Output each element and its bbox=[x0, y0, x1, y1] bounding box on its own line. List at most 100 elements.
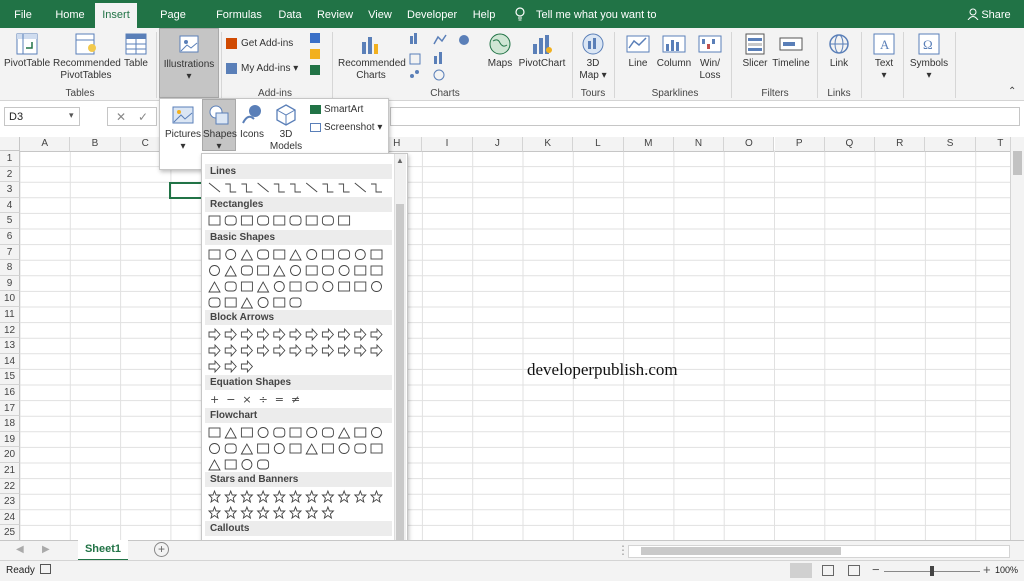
tab-help[interactable]: Help bbox=[470, 0, 498, 28]
slicer-button[interactable]: Slicer bbox=[740, 32, 770, 70]
lines-shapes-row[interactable] bbox=[205, 181, 390, 196]
text-button[interactable]: A Text ▾ bbox=[868, 32, 900, 82]
tab-developer[interactable]: Developer bbox=[407, 0, 457, 28]
column-header-n[interactable]: N bbox=[673, 137, 725, 152]
icons-button[interactable]: Icons bbox=[238, 103, 266, 141]
tab-formulas[interactable]: Formulas bbox=[215, 0, 263, 28]
tab-insert[interactable]: Insert bbox=[95, 3, 137, 28]
tab-data[interactable]: Data bbox=[275, 0, 305, 28]
shapes-button[interactable]: Shapes ▾ bbox=[202, 99, 237, 152]
zoom-slider[interactable] bbox=[884, 566, 980, 576]
column-header-l[interactable]: L bbox=[573, 137, 624, 152]
row-header-12[interactable]: 12 bbox=[0, 322, 20, 339]
link-button[interactable]: Link bbox=[824, 32, 854, 70]
timeline-button[interactable]: Timeline bbox=[771, 32, 811, 70]
vertical-scrollbar-thumb[interactable] bbox=[1013, 151, 1022, 175]
visio-icon[interactable] bbox=[310, 33, 320, 43]
table-button[interactable]: Table bbox=[121, 32, 151, 70]
pivottable-button[interactable]: PivotTable bbox=[4, 32, 50, 70]
shapes-scrollbar[interactable]: ▲ ▼ bbox=[394, 154, 406, 574]
column-header-m[interactable]: M bbox=[623, 137, 674, 152]
zoom-out-icon[interactable]: − bbox=[872, 562, 880, 577]
tell-me-search[interactable]: Tell me what you want to do bbox=[536, 0, 660, 51]
tab-file[interactable]: File bbox=[6, 0, 40, 28]
row-header-18[interactable]: 18 bbox=[0, 416, 20, 432]
shapes-scrollbar-thumb[interactable] bbox=[396, 204, 404, 544]
page-layout-view-icon[interactable] bbox=[822, 565, 834, 576]
row-header-25[interactable]: 25 bbox=[0, 525, 20, 541]
zoom-slider-thumb[interactable] bbox=[930, 566, 934, 576]
row-header-14[interactable]: 14 bbox=[0, 353, 20, 370]
column-header-p[interactable]: P bbox=[774, 137, 825, 152]
column-header-k[interactable]: K bbox=[523, 137, 574, 152]
cancel-icon[interactable]: ✕ bbox=[116, 110, 126, 124]
smartart-button[interactable]: SmartArt bbox=[310, 104, 382, 116]
my-addins-button[interactable]: My Add-ins ▾ bbox=[226, 63, 300, 75]
screenshot-button[interactable]: Screenshot ▾ bbox=[310, 122, 388, 134]
row-header-10[interactable]: 10 bbox=[0, 291, 20, 307]
collapse-ribbon-icon[interactable]: ⌃ bbox=[1008, 86, 1016, 97]
row-header-11[interactable]: 11 bbox=[0, 307, 20, 323]
tab-page-layout[interactable]: Page Layout bbox=[143, 0, 203, 51]
tab-view[interactable]: View bbox=[366, 0, 394, 28]
column-header-i[interactable]: I bbox=[422, 137, 473, 152]
row-header-6[interactable]: 6 bbox=[0, 229, 20, 245]
tab-review[interactable]: Review bbox=[316, 0, 354, 28]
row-header-5[interactable]: 5 bbox=[0, 213, 20, 229]
share-button[interactable]: Share bbox=[981, 0, 1011, 28]
add-sheet-icon[interactable]: + bbox=[154, 542, 169, 557]
row-header-15[interactable]: 15 bbox=[0, 369, 20, 385]
row-header-16[interactable]: 16 bbox=[0, 385, 20, 401]
row-header-1[interactable]: 1 bbox=[0, 151, 20, 167]
row-header-17[interactable]: 17 bbox=[0, 400, 20, 417]
select-all-corner[interactable] bbox=[0, 137, 20, 151]
column-header-b[interactable]: B bbox=[70, 137, 121, 152]
scroll-up-icon[interactable]: ▲ bbox=[396, 156, 404, 165]
horizontal-scrollbar-thumb[interactable] bbox=[641, 547, 841, 555]
row-header-4[interactable]: 4 bbox=[0, 197, 20, 214]
row-header-3[interactable]: 3 bbox=[0, 182, 20, 198]
row-header-22[interactable]: 22 bbox=[0, 478, 20, 495]
flowchart-rows[interactable] bbox=[205, 425, 390, 473]
sparkline-line-button[interactable]: Line bbox=[622, 32, 654, 70]
sheet-tab-sheet1[interactable]: Sheet1 bbox=[78, 540, 128, 561]
illustrations-button[interactable]: Illustrations ▾ bbox=[159, 28, 219, 98]
stars-banners-rows[interactable] bbox=[205, 489, 390, 521]
row-header-21[interactable]: 21 bbox=[0, 463, 20, 479]
previous-sheet-icon[interactable]: ◀ bbox=[16, 544, 24, 555]
row-header-9[interactable]: 9 bbox=[0, 275, 20, 292]
macro-record-icon[interactable] bbox=[40, 564, 51, 574]
bing-icon[interactable] bbox=[310, 49, 320, 59]
zoom-in-icon[interactable]: + bbox=[983, 562, 991, 577]
column-header-o[interactable]: O bbox=[724, 137, 775, 152]
sparkline-winloss-button[interactable]: Win/ Loss bbox=[695, 32, 725, 82]
row-header-8[interactable]: 8 bbox=[0, 260, 20, 276]
pictures-button[interactable]: Pictures ▾ bbox=[164, 103, 202, 153]
column-header-a[interactable]: A bbox=[20, 137, 71, 152]
tab-home[interactable]: Home bbox=[50, 0, 90, 28]
rectangles-shapes-row[interactable] bbox=[205, 214, 390, 229]
sparkline-column-button[interactable]: Column bbox=[655, 32, 693, 70]
recommended-pivottables-button[interactable]: Recommended PivotTables bbox=[53, 32, 121, 82]
name-box[interactable]: D3 ▾ bbox=[4, 107, 80, 126]
column-header-q[interactable]: Q bbox=[824, 137, 876, 152]
column-header-r[interactable]: R bbox=[875, 137, 926, 152]
horizontal-scrollbar[interactable] bbox=[628, 545, 1010, 558]
3d-map-button[interactable]: 3D Map ▾ bbox=[576, 32, 610, 82]
row-header-2[interactable]: 2 bbox=[0, 166, 20, 183]
equation-shapes-row[interactable]: + − × ÷ = ≠ bbox=[205, 392, 390, 407]
column-header-s[interactable]: S bbox=[925, 137, 976, 152]
row-header-20[interactable]: 20 bbox=[0, 447, 20, 463]
pivotchart-button[interactable]: PivotChart bbox=[517, 32, 567, 70]
row-header-7[interactable]: 7 bbox=[0, 244, 20, 261]
maps-button[interactable]: Maps bbox=[484, 32, 516, 70]
symbols-button[interactable]: Ω Symbols ▾ bbox=[908, 32, 950, 82]
recommended-charts-button[interactable]: Recommended Charts bbox=[338, 32, 406, 82]
basic-shapes-rows[interactable] bbox=[205, 247, 390, 311]
enter-icon[interactable]: ✓ bbox=[138, 110, 148, 124]
formula-input[interactable] bbox=[390, 107, 1020, 126]
people-graph-icon[interactable] bbox=[310, 65, 320, 75]
row-header-23[interactable]: 23 bbox=[0, 494, 20, 510]
worksheet-grid[interactable]: ABCDEFGHIJKLMNOPQRST 1234567891011121314… bbox=[0, 137, 1024, 541]
row-header-24[interactable]: 24 bbox=[0, 509, 20, 526]
